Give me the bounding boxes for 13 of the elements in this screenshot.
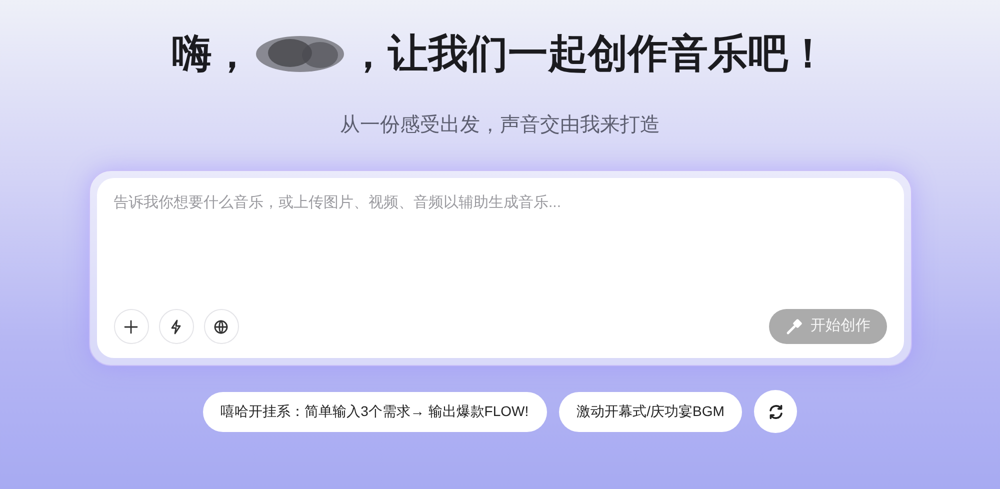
- refresh-icon: [766, 402, 785, 420]
- lightning-button[interactable]: [158, 309, 194, 344]
- suggestion-chip[interactable]: 激动开幕式/庆功宴BGM: [558, 392, 742, 432]
- heading-text: 嗨，: [172, 31, 252, 78]
- spatula-icon: [784, 318, 802, 336]
- suggestion-chip[interactable]: 嘻哈开挂系：简单输入3个需求→ 输出爆款FLOW!: [202, 392, 547, 432]
- refresh-button[interactable]: [754, 390, 798, 433]
- plus-icon: [123, 318, 139, 334]
- globe-icon: [213, 318, 229, 334]
- globe-button[interactable]: [204, 309, 238, 344]
- subtitle: 从一份感受出发，声音交由我来打造: [340, 113, 660, 138]
- plus-button[interactable]: [114, 309, 148, 344]
- heading-text: ，让我们一起创作音乐吧！: [348, 31, 828, 78]
